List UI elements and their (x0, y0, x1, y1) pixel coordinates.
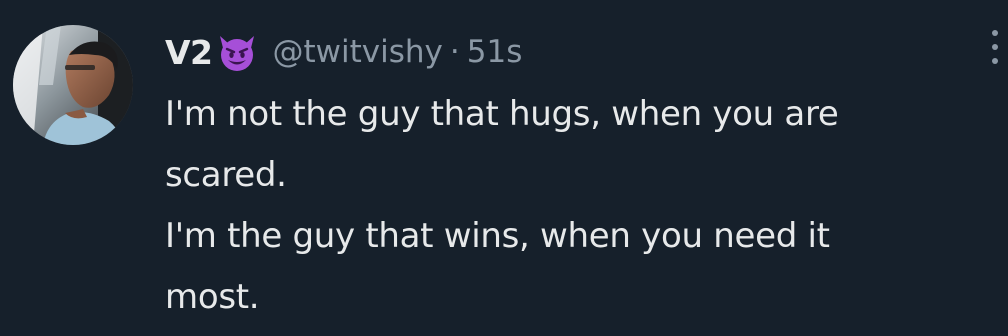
tweet-content: V2 @twitvishy · 51s I'm not the guy that… (165, 26, 965, 328)
tweet-text-line: scared. (165, 155, 287, 195)
tweet-text-line: I'm not the guy that hugs, when you are (165, 94, 839, 134)
tweet-text-line: most. (165, 277, 260, 317)
avatar[interactable] (13, 25, 133, 145)
separator-dot: · (449, 34, 460, 70)
more-vertical-icon[interactable] (980, 24, 1008, 70)
avatar-photo (13, 25, 133, 145)
timestamp[interactable]: 51s (467, 34, 523, 70)
display-name[interactable]: V2 (165, 33, 213, 72)
tweet-header: V2 @twitvishy · 51s (165, 26, 965, 78)
smiling-imp-emoji-icon (215, 30, 259, 74)
tweet[interactable]: V2 @twitvishy · 51s I'm not the guy that… (0, 0, 1008, 336)
tweet-text: I'm not the guy that hugs, when you are … (165, 84, 965, 328)
tweet-text-line: I'm the guy that wins, when you need it (165, 216, 830, 256)
user-handle[interactable]: @twitvishy (273, 34, 443, 70)
